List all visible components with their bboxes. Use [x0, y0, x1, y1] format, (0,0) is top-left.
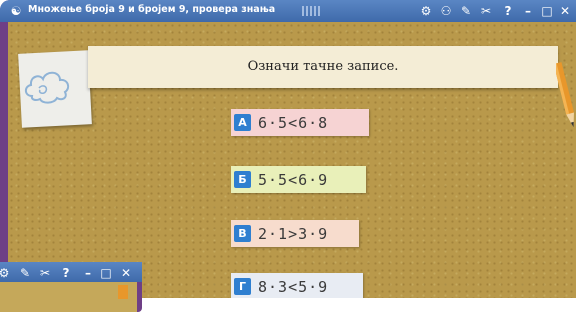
question-banner: Означи тачне записе. — [88, 46, 558, 88]
option-letter-c: В — [234, 225, 251, 242]
pencil-icon — [118, 285, 128, 299]
secondary-content — [0, 282, 137, 312]
option-expression-a: 6·5<6·8 — [258, 113, 329, 132]
close-button[interactable]: ✕ — [557, 3, 573, 19]
answer-option-c[interactable]: В 2·1>3·9 — [231, 220, 359, 247]
maximize-button[interactable]: □ — [539, 3, 555, 19]
answer-option-d[interactable]: Г 8·3<5·9 — [231, 273, 363, 298]
window-title: Множење броја 9 и бројем 9, провера знањ… — [28, 4, 276, 15]
minimize-button[interactable]: – — [520, 3, 536, 19]
title-bar[interactable]: ☯ Множење броја 9 и бројем 9, провера зн… — [0, 0, 576, 22]
option-expression-c: 2·1>3·9 — [258, 224, 329, 243]
option-letter-b: Б — [234, 171, 251, 188]
main-window: ☯ Множење броја 9 и бројем 9, провера зн… — [0, 0, 576, 298]
app-icon: ☯ — [10, 4, 22, 18]
tools-icon[interactable]: ✂ — [37, 265, 53, 281]
settings-icon[interactable]: ⚙ — [418, 3, 434, 19]
option-letter-d: Г — [234, 278, 251, 295]
drag-grip-icon[interactable] — [302, 6, 320, 16]
maximize-button[interactable]: □ — [98, 265, 114, 281]
corkboard-background: Означи тачне записе. А 6·5<6·8 Б 5·5<6·9… — [8, 22, 576, 298]
answer-option-b[interactable]: Б 5·5<6·9 — [231, 166, 366, 193]
minimize-button[interactable]: – — [80, 265, 96, 281]
pen-icon[interactable]: ✎ — [458, 3, 474, 19]
pencil-icon — [556, 62, 574, 128]
cloud-icon — [24, 71, 70, 104]
close-button[interactable]: ✕ — [118, 265, 134, 281]
answer-option-a[interactable]: А 6·5<6·8 — [231, 109, 369, 136]
option-expression-b: 5·5<6·9 — [258, 170, 329, 189]
settings-icon[interactable]: ⚙ — [0, 265, 12, 281]
help-button[interactable]: ? — [58, 265, 74, 281]
help-button[interactable]: ? — [500, 3, 516, 19]
option-letter-a: А — [234, 114, 251, 131]
pen-icon[interactable]: ✎ — [17, 265, 33, 281]
tools-icon[interactable]: ✂ — [478, 3, 494, 19]
people-icon[interactable]: ⚇ — [438, 3, 454, 19]
secondary-title-bar[interactable]: ⚙ ✎ ✂ ? – □ ✕ — [0, 262, 142, 282]
option-expression-d: 8·3<5·9 — [258, 277, 329, 296]
question-text: Означи тачне записе. — [247, 59, 399, 74]
